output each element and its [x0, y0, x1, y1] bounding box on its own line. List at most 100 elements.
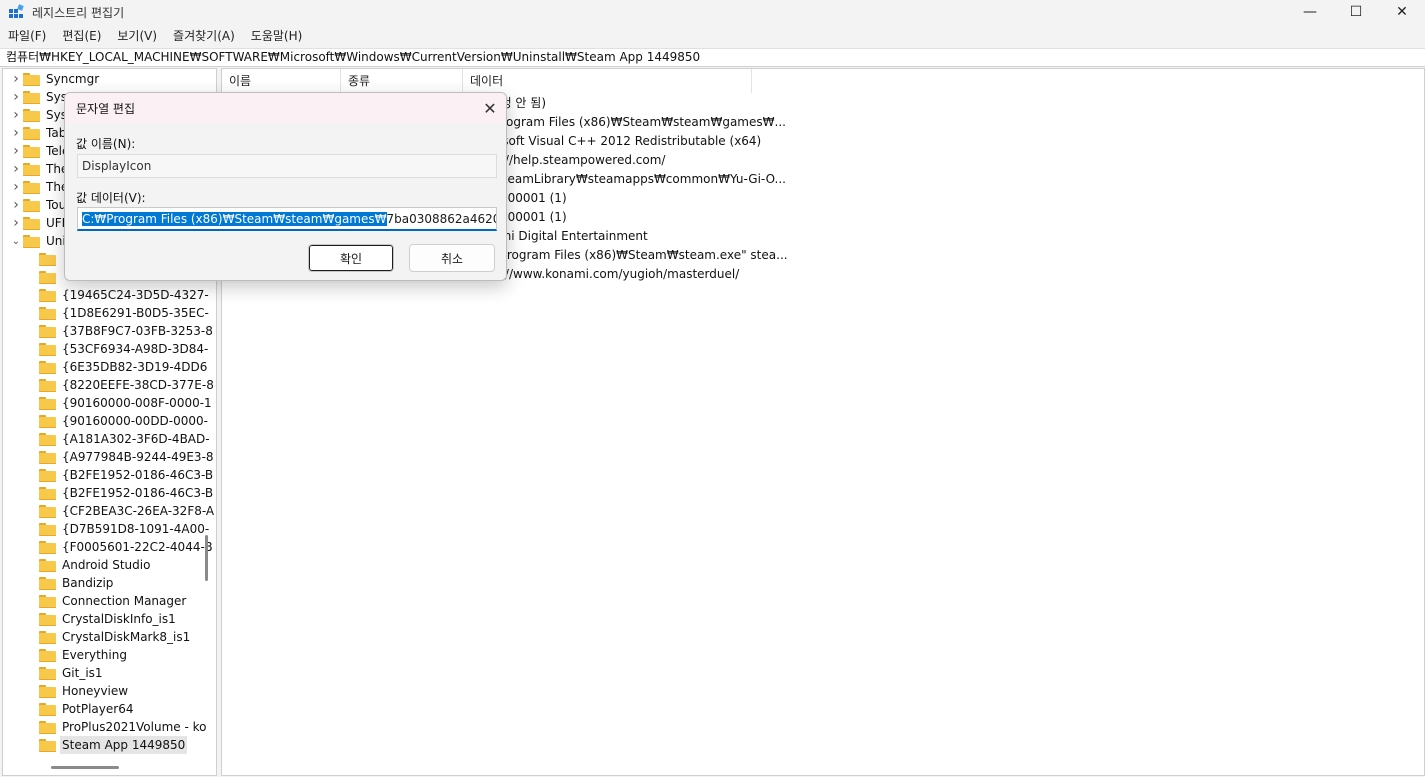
folder-icon — [39, 378, 56, 392]
expand-chevron-icon — [25, 556, 39, 574]
menu-favorites[interactable]: 즐겨찾기(A) — [165, 26, 243, 46]
tree-item[interactable]: {B2FE1952-0186-46C3-B — [25, 484, 215, 502]
tree-item[interactable]: › Tab — [9, 124, 68, 142]
close-icon: ✕ — [1396, 4, 1408, 20]
tree-item[interactable]: Android Studio — [25, 556, 152, 574]
tree-item[interactable]: {90160000-00DD-0000- — [25, 412, 210, 430]
tree-vertical-scrollbar[interactable] — [205, 535, 208, 581]
expand-chevron-icon — [25, 376, 39, 394]
expand-chevron-icon[interactable]: › — [9, 160, 23, 178]
expand-chevron-icon — [25, 430, 39, 448]
tree-item[interactable]: {A181A302-3F6D-4BAD- — [25, 430, 212, 448]
tree-item-label: {90160000-008F-0000-1 — [62, 396, 212, 410]
column-header-data[interactable]: 데이터 — [463, 69, 752, 93]
minimize-button[interactable]: — — [1287, 0, 1333, 24]
folder-icon — [39, 702, 56, 716]
tree-item[interactable]: Bandizip — [25, 574, 115, 592]
tree-item-label: {6E35DB82-3D19-4DD6 — [62, 360, 208, 374]
expand-chevron-icon[interactable]: › — [9, 142, 23, 160]
tree-item[interactable]: {8220EEFE-38CD-377E-8 — [25, 376, 216, 394]
tree-item-label: Everything — [62, 648, 127, 662]
tree-item-label: {A181A302-3F6D-4BAD- — [62, 432, 210, 446]
folder-icon — [23, 90, 40, 104]
tree-item[interactable]: ProPlus2021Volume - ko — [25, 718, 208, 736]
tree-item[interactable]: Git_is1 — [25, 664, 105, 682]
folder-icon — [39, 288, 56, 302]
tree-item[interactable]: Steam App 1449850 — [25, 736, 188, 754]
tree-item[interactable]: › The — [9, 160, 70, 178]
expand-chevron-icon — [25, 250, 39, 268]
tree-item-label: ProPlus2021Volume - ko — [62, 720, 207, 734]
tree-item[interactable]: {B2FE1952-0186-46C3-B — [25, 466, 215, 484]
value-data-cell: "C:₩Program Files (x86)₩Steam₩steam.exe"… — [470, 248, 788, 262]
expand-chevron-icon[interactable]: › — [9, 106, 23, 124]
folder-icon — [23, 72, 40, 86]
maximize-button[interactable]: ☐ — [1333, 0, 1379, 24]
tree-item[interactable]: CrystalDiskMark8_is1 — [25, 628, 192, 646]
tree-item[interactable]: {CF2BEA3C-26EA-32F8-A — [25, 502, 216, 520]
column-header-type[interactable]: 종류 — [341, 69, 463, 93]
cancel-button[interactable]: 취소 — [409, 244, 495, 272]
tree-item[interactable]: {19465C24-3D5D-4327- — [25, 286, 211, 304]
expand-chevron-icon[interactable]: › — [9, 88, 23, 106]
tree-item[interactable]: Honeyview — [25, 682, 130, 700]
expand-chevron-icon[interactable]: › — [9, 124, 23, 142]
close-icon: ✕ — [483, 98, 497, 118]
tree-item-label: Bandizip — [62, 576, 114, 590]
tree-item[interactable]: PotPlayer64 — [25, 700, 135, 718]
tree-item[interactable]: Connection Manager — [25, 592, 188, 610]
tree-item[interactable]: › The — [9, 178, 70, 196]
tree-item[interactable]: › Tele — [9, 142, 71, 160]
expand-chevron-icon[interactable]: › — [9, 196, 23, 214]
tree-item-label: Honeyview — [62, 684, 129, 698]
tree-item[interactable]: › Tou — [9, 196, 68, 214]
expand-chevron-icon[interactable]: › — [9, 70, 23, 88]
tree-item-label: {CF2BEA3C-26EA-32F8-A — [62, 504, 215, 518]
tree-item[interactable]: {1D8E6291-B0D5-35EC- — [25, 304, 211, 322]
dialog-title: 문자열 편집 — [76, 102, 136, 116]
folder-icon — [39, 576, 56, 590]
expand-chevron-icon — [25, 322, 39, 340]
tree-item[interactable]: ⌄ Uni — [9, 232, 68, 250]
expand-chevron-icon[interactable]: ⌄ — [9, 232, 23, 250]
tree-item[interactable] — [25, 250, 64, 268]
tree-item[interactable]: {F0005601-22C2-4044-B — [25, 538, 215, 556]
menu-edit[interactable]: 편집(E) — [54, 26, 109, 46]
maximize-icon: ☐ — [1349, 4, 1363, 20]
folder-icon — [39, 504, 56, 518]
tree-item[interactable]: {90160000-008F-0000-1 — [25, 394, 214, 412]
folder-icon — [39, 558, 56, 572]
expand-chevron-icon[interactable]: › — [9, 178, 23, 196]
expand-chevron-icon — [25, 466, 39, 484]
tree-item[interactable]: {6E35DB82-3D19-4DD6 — [25, 358, 209, 376]
expand-chevron-icon — [25, 268, 39, 286]
ok-button[interactable]: 확인 — [308, 244, 394, 272]
value-data-input[interactable]: C:₩Program Files (x86)₩Steam₩steam₩games… — [77, 207, 497, 231]
minimize-icon: — — [1303, 4, 1317, 20]
value-data-selection: C:₩Program Files (x86)₩Steam₩steam₩games… — [82, 212, 387, 226]
tree-item[interactable]: › Syncmgr — [9, 70, 101, 88]
menu-file[interactable]: 파일(F) — [0, 26, 54, 46]
folder-icon — [39, 738, 56, 752]
menu-view[interactable]: 보기(V) — [109, 26, 165, 46]
tree-item[interactable]: {D7B591D8-1091-4A00- — [25, 520, 211, 538]
expand-chevron-icon — [25, 664, 39, 682]
tree-item[interactable]: {53CF6934-A98D-3D84- — [25, 340, 210, 358]
tree-item[interactable]: {A977984B-9244-49E3-8 — [25, 448, 216, 466]
tree-item[interactable]: › Sys — [9, 88, 69, 106]
address-bar[interactable]: 컴퓨터₩HKEY_LOCAL_MACHINE₩SOFTWARE₩Microsof… — [0, 48, 1425, 67]
menu-help[interactable]: 도움말(H) — [243, 26, 311, 46]
tree-item[interactable]: Everything — [25, 646, 129, 664]
tree-item[interactable] — [25, 268, 64, 286]
tree-horizontal-scrollbar[interactable] — [51, 766, 119, 769]
tree-item[interactable]: {37B8F9C7-03FB-3253-8 — [25, 322, 215, 340]
tree-item[interactable]: CrystalDiskInfo_is1 — [25, 610, 178, 628]
expand-chevron-icon[interactable]: › — [9, 214, 23, 232]
close-button[interactable]: ✕ — [1379, 0, 1425, 24]
dialog-close-button[interactable]: ✕ — [475, 95, 505, 121]
menu-bar: 파일(F) 편집(E) 보기(V) 즐겨찾기(A) 도움말(H) — [0, 26, 1425, 46]
folder-icon — [39, 594, 56, 608]
tree-item[interactable]: › Sys — [9, 106, 69, 124]
column-header-name[interactable]: 이름 — [222, 69, 341, 93]
expand-chevron-icon — [25, 484, 39, 502]
